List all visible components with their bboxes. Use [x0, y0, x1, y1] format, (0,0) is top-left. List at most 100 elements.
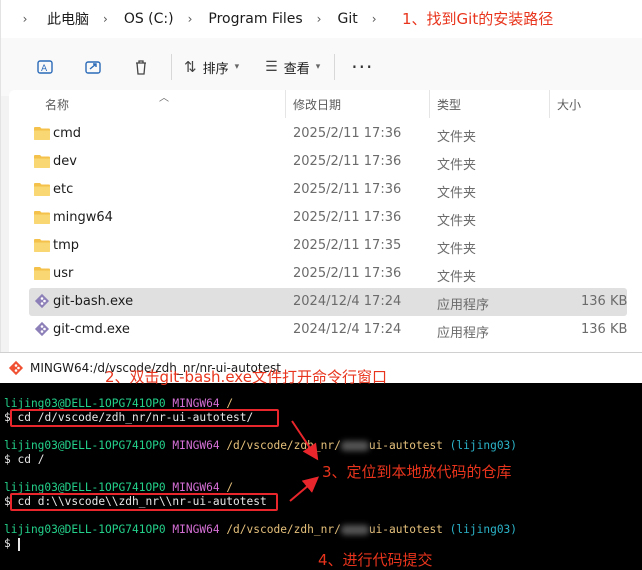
redacted-region: [340, 525, 369, 535]
file-row-dev[interactable]: dev 2025/2/11 17:36 文件夹: [29, 148, 627, 176]
file-row-mingw64[interactable]: mingw64 2025/2/11 17:36 文件夹: [29, 204, 627, 232]
file-explorer-window: › 此电脑 › OS (C:) › Program Files › Git › …: [0, 0, 642, 386]
toolbar-divider: [171, 54, 172, 80]
chevron-right-icon: ›: [187, 12, 193, 26]
file-modified: 2024/12/4 17:24: [293, 294, 402, 309]
arrow-down-to-command-3: [289, 476, 320, 502]
terminal-prompt-line: lijing03@DELL-1OPG741OP0 MINGW64 /d/vsco…: [4, 523, 518, 536]
file-row-usr[interactable]: usr 2025/2/11 17:36 文件夹: [29, 260, 627, 288]
file-type: 应用程序: [437, 326, 490, 341]
file-row-etc[interactable]: etc 2025/2/11 17:36 文件夹: [29, 176, 627, 204]
highlight-box-command-3: [10, 493, 278, 511]
terminal-prompt-line: lijing03@DELL-1OPG741OP0 MINGW64 /d/vsco…: [4, 439, 518, 452]
chevron-right-icon: ›: [371, 12, 377, 26]
annotation-step-3: 3、定位到本地放代码的仓库: [322, 463, 512, 481]
address-bar[interactable]: › 此电脑 › OS (C:) › Program Files › Git › …: [1, 0, 642, 38]
chevron-right-icon: ›: [316, 12, 322, 26]
file-name: cmd: [53, 126, 82, 141]
breadcrumb-git[interactable]: Git ›: [325, 11, 380, 27]
folder-icon: [34, 127, 50, 140]
more-options-button[interactable]: ···: [351, 55, 373, 79]
toolbar-divider: [334, 54, 336, 80]
file-size: 136 KB: [581, 294, 628, 309]
terminal-input-line[interactable]: $: [4, 537, 20, 551]
file-type: 文件夹: [437, 130, 477, 145]
text-cursor: [17, 537, 20, 551]
file-modified: 2025/2/11 17:36: [293, 126, 402, 141]
breadcrumb-program-files[interactable]: Program Files ›: [196, 11, 325, 27]
folder-icon: [34, 211, 50, 224]
git-bash-icon: [8, 360, 24, 376]
file-name: dev: [53, 154, 77, 169]
view-button[interactable]: ☰ 查看 ▾: [265, 58, 320, 77]
chevron-down-icon: ▾: [315, 62, 321, 72]
file-row-tmp[interactable]: tmp 2025/2/11 17:35 文件夹: [29, 232, 627, 260]
file-name: etc: [53, 182, 74, 197]
highlight-box-command-1: [10, 409, 279, 427]
column-header-row: ︿ 名称 修改日期 类型 大小: [9, 90, 642, 118]
column-header-size[interactable]: 大小: [557, 96, 581, 113]
terminal-command-line: $ cd /: [4, 453, 45, 466]
annotation-step-1: 1、找到Git的安装路径: [402, 10, 554, 28]
chevron-down-icon: ▾: [234, 62, 240, 72]
breadcrumb-label: OS (C:): [123, 11, 174, 27]
share-icon[interactable]: [81, 55, 105, 79]
file-type: 文件夹: [437, 214, 477, 229]
view-icon: ☰: [265, 59, 278, 75]
file-modified: 2025/2/11 17:36: [293, 210, 402, 225]
sort-label: 排序: [202, 61, 229, 77]
file-modified: 2025/2/11 17:36: [293, 266, 402, 281]
column-divider[interactable]: [429, 90, 430, 118]
redacted-region: [340, 441, 369, 451]
file-name: git-bash.exe: [53, 294, 134, 309]
screenshot-root: › 此电脑 › OS (C:) › Program Files › Git › …: [0, 0, 642, 570]
git-app-icon: [34, 321, 50, 337]
file-type: 文件夹: [437, 186, 477, 201]
folder-icon: [34, 239, 50, 252]
file-name: usr: [53, 266, 74, 281]
folder-icon: [34, 155, 50, 168]
breadcrumb-this-pc[interactable]: 此电脑 ›: [35, 9, 112, 29]
file-modified: 2025/2/11 17:35: [293, 238, 402, 253]
sort-button[interactable]: ⇅ 排序 ▾: [184, 58, 239, 77]
file-modified: 2025/2/11 17:36: [293, 182, 402, 197]
delete-icon[interactable]: [129, 55, 153, 79]
file-name: git-cmd.exe: [53, 322, 130, 337]
column-header-modified[interactable]: 修改日期: [293, 96, 341, 113]
file-type: 文件夹: [437, 270, 477, 285]
breadcrumb-label: 此电脑: [47, 12, 89, 28]
sort-icon: ⇅: [184, 58, 197, 76]
breadcrumb-label: Git: [337, 11, 358, 27]
git-app-icon: [34, 293, 50, 309]
folder-icon: [34, 267, 50, 280]
view-label: 查看: [283, 61, 310, 77]
file-type: 应用程序: [437, 298, 490, 313]
file-name: tmp: [53, 238, 80, 253]
file-type: 文件夹: [437, 242, 477, 257]
annotation-step-2: 2、双击git-bash.exe文件打开命令行窗口: [105, 368, 387, 386]
file-type: 文件夹: [437, 158, 477, 173]
column-header-name[interactable]: 名称: [45, 96, 69, 113]
rename-icon[interactable]: A: [33, 55, 57, 79]
file-name: mingw64: [53, 210, 113, 225]
column-divider[interactable]: [285, 90, 286, 118]
column-header-type[interactable]: 类型: [437, 96, 461, 113]
column-divider[interactable]: [549, 90, 550, 118]
svg-text:A: A: [41, 64, 48, 74]
file-modified: 2024/12/4 17:24: [293, 322, 402, 337]
file-row-git-bash-exe[interactable]: git-bash.exe 2024/12/4 17:24 应用程序 136 KB: [29, 288, 627, 316]
terminal-body[interactable]: lijing03@DELL-1OPG741OP0 MINGW64 / $ cd …: [0, 383, 642, 570]
folder-icon: [34, 183, 50, 196]
file-row-cmd[interactable]: cmd 2025/2/11 17:36 文件夹: [29, 120, 627, 148]
file-modified: 2025/2/11 17:36: [293, 154, 402, 169]
breadcrumb-os-c[interactable]: OS (C:) ›: [112, 11, 197, 27]
file-list: ︿ 名称 修改日期 类型 大小 cmd 2025/2/11 17:36 文件夹 dev…: [9, 90, 642, 386]
annotation-step-4: 4、进行代码提交: [318, 551, 433, 569]
file-size: 136 KB: [581, 322, 628, 337]
file-row-git-cmd-exe[interactable]: git-cmd.exe 2024/12/4 17:24 应用程序 136 KB: [29, 316, 627, 344]
breadcrumb-label: Program Files: [208, 11, 303, 27]
sort-ascending-icon: ︿: [159, 93, 169, 104]
terminal-command-2: cd /: [17, 453, 45, 466]
chevron-right-icon: ›: [103, 12, 108, 26]
command-bar: A ⇅ 排序 ▾ ☰ 查看 ▾ ···: [1, 38, 642, 96]
